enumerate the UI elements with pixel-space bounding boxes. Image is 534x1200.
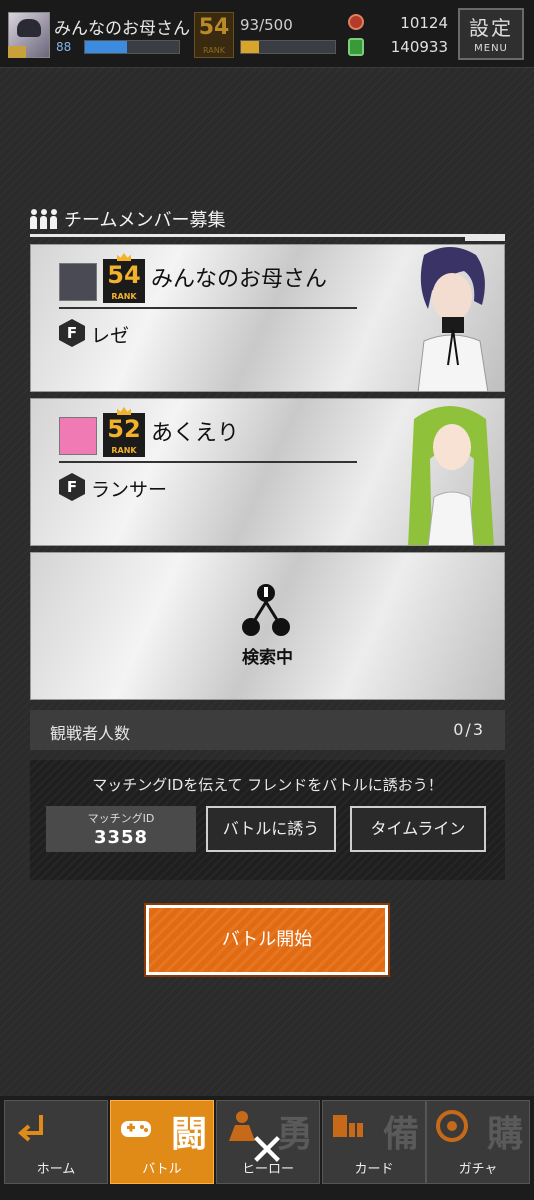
member-slot-2[interactable]: 52 RANK あくえり F ランサー [30,398,505,546]
settings-menu-button[interactable]: 設定 MENU [458,8,524,60]
invite-panel: マッチングIDを伝えて フレンドをバトルに誘おう！ マッチングID 3358 バ… [30,760,505,880]
nav-battle[interactable]: 闘 バトル [110,1100,214,1184]
member-name: あくえり [151,421,240,446]
member-name: みんなのお母さん [151,267,328,292]
hero-portrait [408,406,494,545]
player-rank-mini-badge [8,46,26,58]
nav-card[interactable]: 備 カード [322,1100,426,1184]
nav-gacha-label: ガチャ [458,1162,498,1177]
spectator-label: 観戦者人数 [50,724,131,743]
hero-name: レゼ [91,325,130,347]
gem-count: 140933 [390,38,448,56]
member-avatar [59,417,97,455]
team-icon [30,209,58,229]
crown-icon [117,253,131,261]
gacha-icon [436,1110,468,1142]
member-rank-label: RANK [111,292,137,301]
spectator-count: 0/3 [453,720,485,739]
member-slot-1[interactable]: 54 RANK みんなのお母さん F レゼ [30,244,505,392]
invite-message: マッチングIDを伝えて フレンドをバトルに誘おう！ [92,776,443,794]
gem-icon [348,38,364,56]
player-rank-number: 54 [198,15,230,40]
section-divider [30,234,505,241]
crown-icon [117,407,131,415]
member-slot-searching: 検索中 [30,552,505,700]
coin-icon [348,14,364,30]
searching-figures-icon [242,584,290,636]
searching-label: 検索中 [242,648,293,668]
exp-bar [240,40,336,54]
top-status-bar: みんなのお母さん 88 54 RANK 93/500 10124 140933 … [0,0,534,68]
player-rank-label: RANK [203,46,225,55]
nav-gacha-kanji: 購 [486,1114,523,1155]
home-arrow-icon [17,1115,43,1142]
coin-count: 10124 [400,14,448,32]
player-name: みんなのお母さん [54,19,190,39]
stamina-bar [84,40,180,54]
card-icon [333,1115,363,1137]
nav-battle-kanji: 闘 [170,1114,207,1155]
matching-id-value: 3358 [93,827,149,848]
timeline-button[interactable]: タイムライン [350,806,486,852]
nav-battle-label: バトル [142,1162,182,1177]
recruit-section-title: チームメンバー募集 [30,206,225,232]
nav-gacha[interactable]: 購 ガチャ [426,1100,530,1184]
nav-home-label: ホーム [36,1162,76,1177]
member-rank-badge: 52 RANK [103,407,145,457]
nav-card-kanji: 備 [382,1114,419,1155]
member-rank-number: 52 [107,415,141,443]
settings-label: 設定 [469,16,513,40]
member-rank-label: RANK [111,446,137,455]
member-avatar [59,263,97,301]
gamepad-icon [121,1121,151,1137]
member-rank-number: 54 [107,261,141,289]
player-rank-badge: 54 RANK [194,12,234,58]
spectator-count-bar: 観戦者人数 0/3 [30,710,505,750]
member-divider [59,307,357,309]
menu-label: MENU [474,43,508,54]
matching-id-label: マッチングID [87,812,155,825]
exp-bar-fill [241,41,259,53]
matching-id-box: マッチングID 3358 [46,806,196,852]
close-icon[interactable]: ✕ [242,1126,292,1176]
hero-class-icon: F [59,473,85,501]
hero-portrait [417,247,489,391]
exp-value: 93/500 [240,16,293,34]
hero-class-icon: F [59,319,85,347]
invite-to-battle-button[interactable]: バトルに誘う [206,806,336,852]
start-battle-button[interactable]: バトル開始 [146,905,388,975]
stamina-value: 88 [56,40,72,54]
member-rank-badge: 54 RANK [103,253,145,303]
recruit-title-text: チームメンバー募集 [64,210,226,231]
nav-card-label: カード [354,1162,394,1177]
nav-home[interactable]: ホーム [4,1100,108,1184]
hero-name: ランサー [91,479,168,501]
member-divider [59,461,357,463]
stamina-bar-fill [85,41,128,53]
